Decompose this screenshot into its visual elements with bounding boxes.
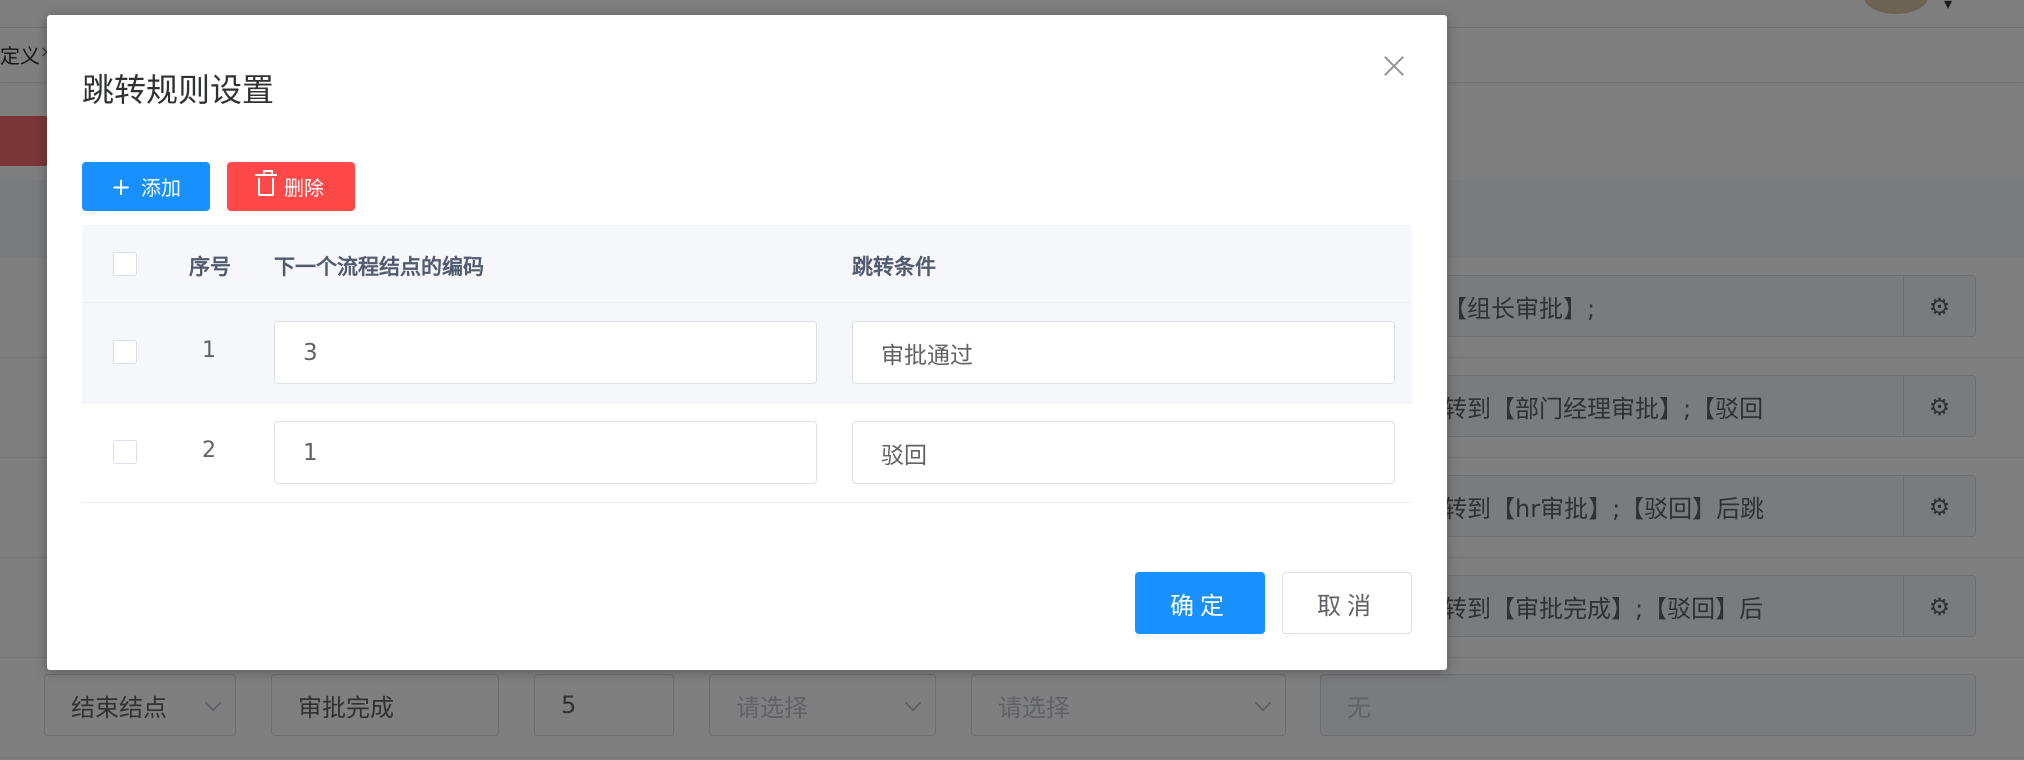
table-row: 1 3 审批通过 xyxy=(82,303,1412,403)
trash-icon xyxy=(255,169,277,196)
plus-icon: + xyxy=(110,172,132,201)
jump-rule-dialog: 跳转规则设置 + 添加 删除 序号 下一个流程结点的编码 跳转条件 1 3 审批… xyxy=(47,15,1447,670)
table-row: 2 1 驳回 xyxy=(82,403,1412,503)
row-index: 2 xyxy=(202,438,216,463)
select-all-checkbox[interactable] xyxy=(113,252,137,276)
dialog-title: 跳转规则设置 xyxy=(82,71,275,109)
header-next-code: 下一个流程结点的编码 xyxy=(274,255,484,279)
row-checkbox[interactable] xyxy=(113,440,137,464)
row-checkbox[interactable] xyxy=(113,340,137,364)
table-header: 序号 下一个流程结点的编码 跳转条件 xyxy=(82,225,1412,303)
add-button[interactable]: + 添加 xyxy=(82,162,210,211)
delete-button[interactable]: 删除 xyxy=(227,162,355,211)
header-index: 序号 xyxy=(189,255,231,279)
header-condition: 跳转条件 xyxy=(852,255,936,279)
close-icon[interactable] xyxy=(1379,51,1409,81)
delete-button-label: 删除 xyxy=(284,176,324,200)
add-button-label: 添加 xyxy=(141,176,182,200)
confirm-button[interactable]: 确定 xyxy=(1135,572,1265,634)
next-code-input[interactable]: 1 xyxy=(274,421,817,484)
condition-input[interactable]: 驳回 xyxy=(852,421,1395,484)
condition-input[interactable]: 审批通过 xyxy=(852,321,1395,384)
next-code-input[interactable]: 3 xyxy=(274,321,817,384)
rules-table: 序号 下一个流程结点的编码 跳转条件 1 3 审批通过 2 1 驳回 xyxy=(82,225,1412,503)
cancel-button[interactable]: 取消 xyxy=(1282,572,1412,634)
row-index: 1 xyxy=(202,338,216,363)
